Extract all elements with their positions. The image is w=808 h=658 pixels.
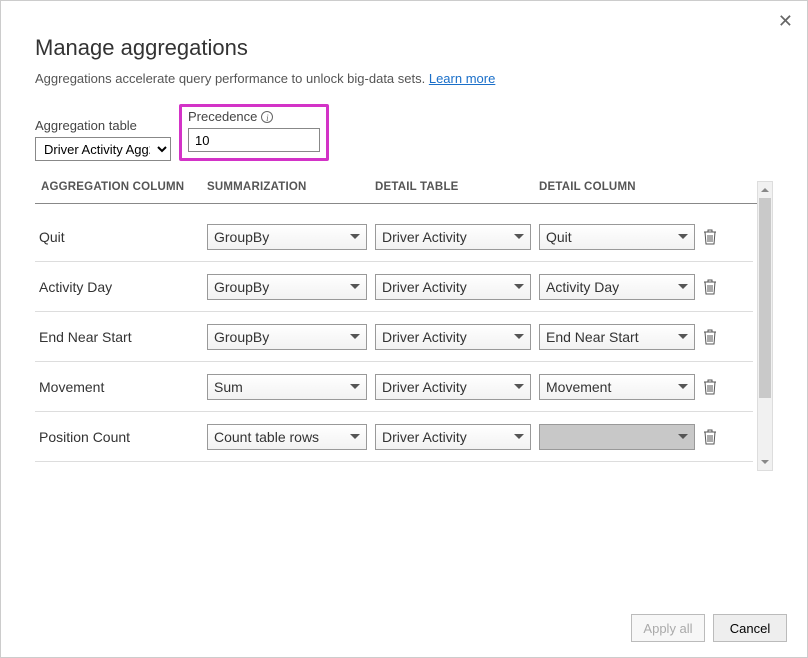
detail-table-select[interactable]: Driver Activity [375,374,531,400]
summarization-select[interactable]: GroupBy [207,324,367,350]
delete-icon[interactable] [703,379,729,395]
chevron-down-icon [678,384,688,389]
chevron-down-icon [350,284,360,289]
chevron-down-icon [514,284,524,289]
chevron-down-icon [350,434,360,439]
delete-icon[interactable] [703,329,729,345]
info-icon[interactable]: i [261,111,273,123]
aggregation-grid: AGGREGATION COLUMN SUMMARIZATION DETAIL … [35,181,773,657]
chevron-down-icon [514,384,524,389]
close-icon[interactable]: ✕ [778,11,793,32]
dialog-footer: Apply all Cancel [1,599,807,657]
chevron-down-icon [678,234,688,239]
cancel-button[interactable]: Cancel [713,614,787,642]
scroll-up-icon[interactable] [758,182,772,198]
summarization-select[interactable]: GroupBy [207,274,367,300]
scrollbar[interactable] [757,181,773,471]
aggregation-table-group: Aggregation table Driver Activity Agg2 [35,118,171,161]
detail-column-select[interactable]: Movement [539,374,695,400]
delete-icon[interactable] [703,429,729,445]
detail-table-select[interactable]: Driver Activity [375,274,531,300]
chevron-down-icon [514,334,524,339]
header-detail-table: DETAIL TABLE [375,181,539,193]
chevron-down-icon [514,234,524,239]
aggregation-table-select[interactable]: Driver Activity Agg2 [35,137,171,161]
detail-column-select[interactable]: Activity Day [539,274,695,300]
detail-table-select[interactable]: Driver Activity [375,424,531,450]
aggregation-column-cell: Position Count [35,429,207,445]
header-detail-column: DETAIL COLUMN [539,181,703,193]
chevron-down-icon [678,284,688,289]
precedence-input[interactable] [188,128,320,152]
detail-table-select[interactable]: Driver Activity [375,324,531,350]
summarization-select[interactable]: Count table rows [207,424,367,450]
chevron-down-icon [350,334,360,339]
table-row: MovementSumDriver ActivityMovement [35,362,753,412]
dialog-title: Manage aggregations [35,35,773,61]
precedence-label: Precedence i [188,109,320,124]
detail-column-select [539,424,695,450]
precedence-group: Precedence i [188,109,320,152]
aggregation-column-cell: Activity Day [35,279,207,295]
chevron-down-icon [514,434,524,439]
chevron-down-icon [678,434,688,439]
delete-icon[interactable] [703,229,729,245]
manage-aggregations-dialog: Manage aggregations Aggregations acceler… [1,1,807,657]
summarization-select[interactable]: GroupBy [207,224,367,250]
header-summarization: SUMMARIZATION [207,181,375,193]
top-controls: Aggregation table Driver Activity Agg2 P… [35,104,773,161]
scroll-thumb[interactable] [759,198,771,398]
grid-header-row: AGGREGATION COLUMN SUMMARIZATION DETAIL … [35,181,773,204]
summarization-select[interactable]: Sum [207,374,367,400]
table-row: Activity DayGroupByDriver ActivityActivi… [35,262,753,312]
learn-more-link[interactable]: Learn more [429,71,495,86]
detail-column-select[interactable]: End Near Start [539,324,695,350]
subtitle-text: Aggregations accelerate query performanc… [35,71,429,86]
aggregation-table-label: Aggregation table [35,118,171,133]
table-row: Position CountCount table rows Driver Act… [35,412,753,462]
dialog-subtitle: Aggregations accelerate query performanc… [35,71,773,86]
aggregation-column-cell: End Near Start [35,329,207,345]
aggregation-column-cell: Movement [35,379,207,395]
scroll-down-icon[interactable] [758,454,772,470]
table-row: QuitGroupByDriver ActivityQuit [35,212,753,262]
aggregation-column-cell: Quit [35,229,207,245]
apply-all-button[interactable]: Apply all [631,614,705,642]
table-row: End Near StartGroupByDriver ActivityEnd … [35,312,753,362]
header-aggregation-column: AGGREGATION COLUMN [35,181,207,193]
chevron-down-icon [678,334,688,339]
detail-column-select[interactable]: Quit [539,224,695,250]
delete-icon[interactable] [703,279,729,295]
detail-table-select[interactable]: Driver Activity [375,224,531,250]
chevron-down-icon [350,384,360,389]
precedence-highlight: Precedence i [179,104,329,161]
chevron-down-icon [350,234,360,239]
rows-container: QuitGroupByDriver ActivityQuitActivity D… [35,212,753,462]
